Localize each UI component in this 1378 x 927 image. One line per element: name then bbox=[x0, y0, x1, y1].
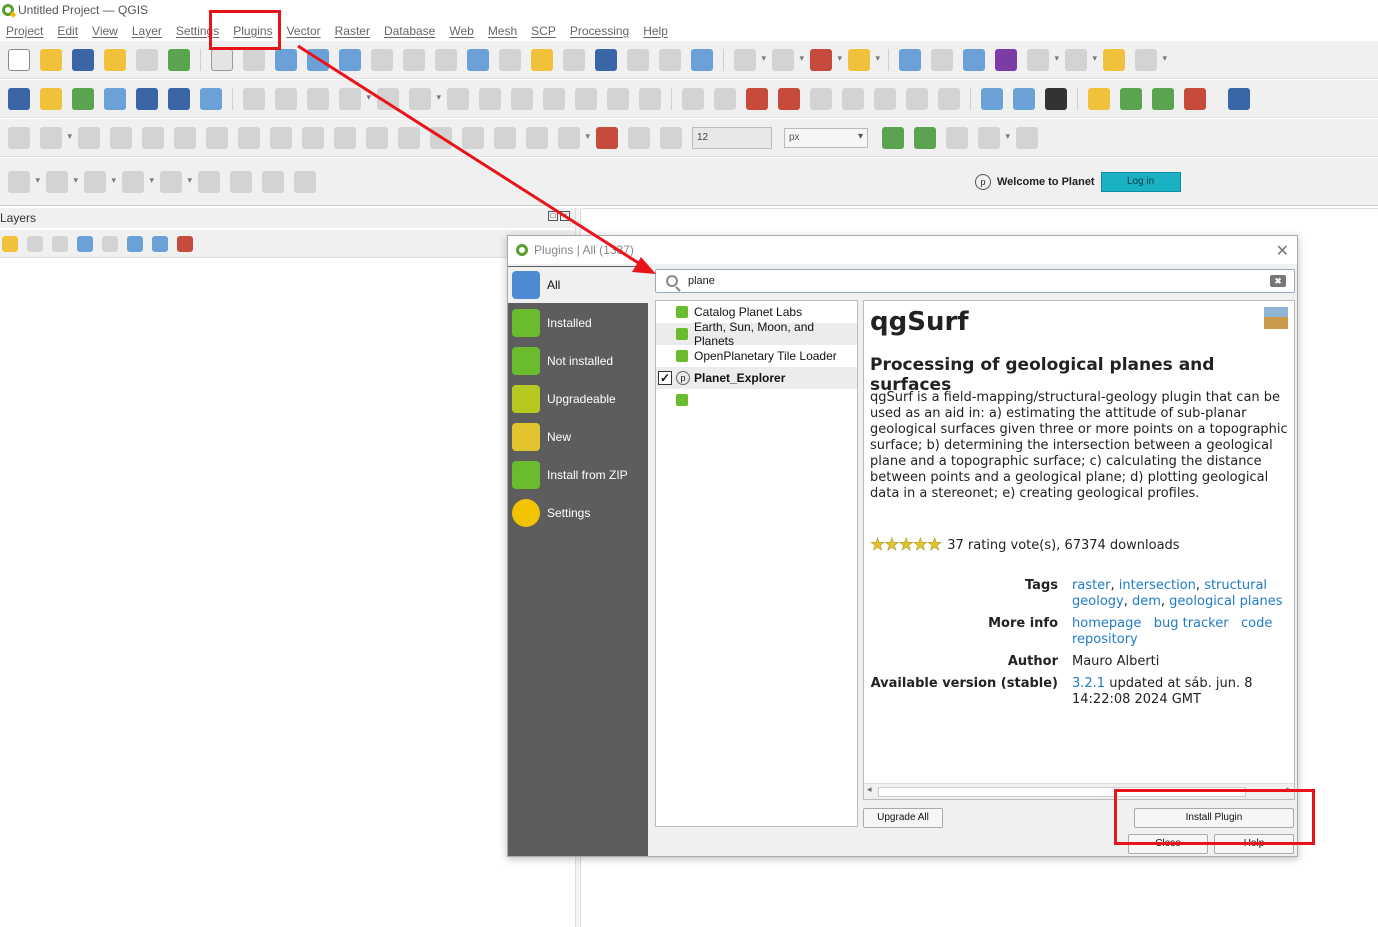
arrow-line bbox=[297, 44, 641, 266]
annotation-arrow bbox=[297, 44, 656, 274]
